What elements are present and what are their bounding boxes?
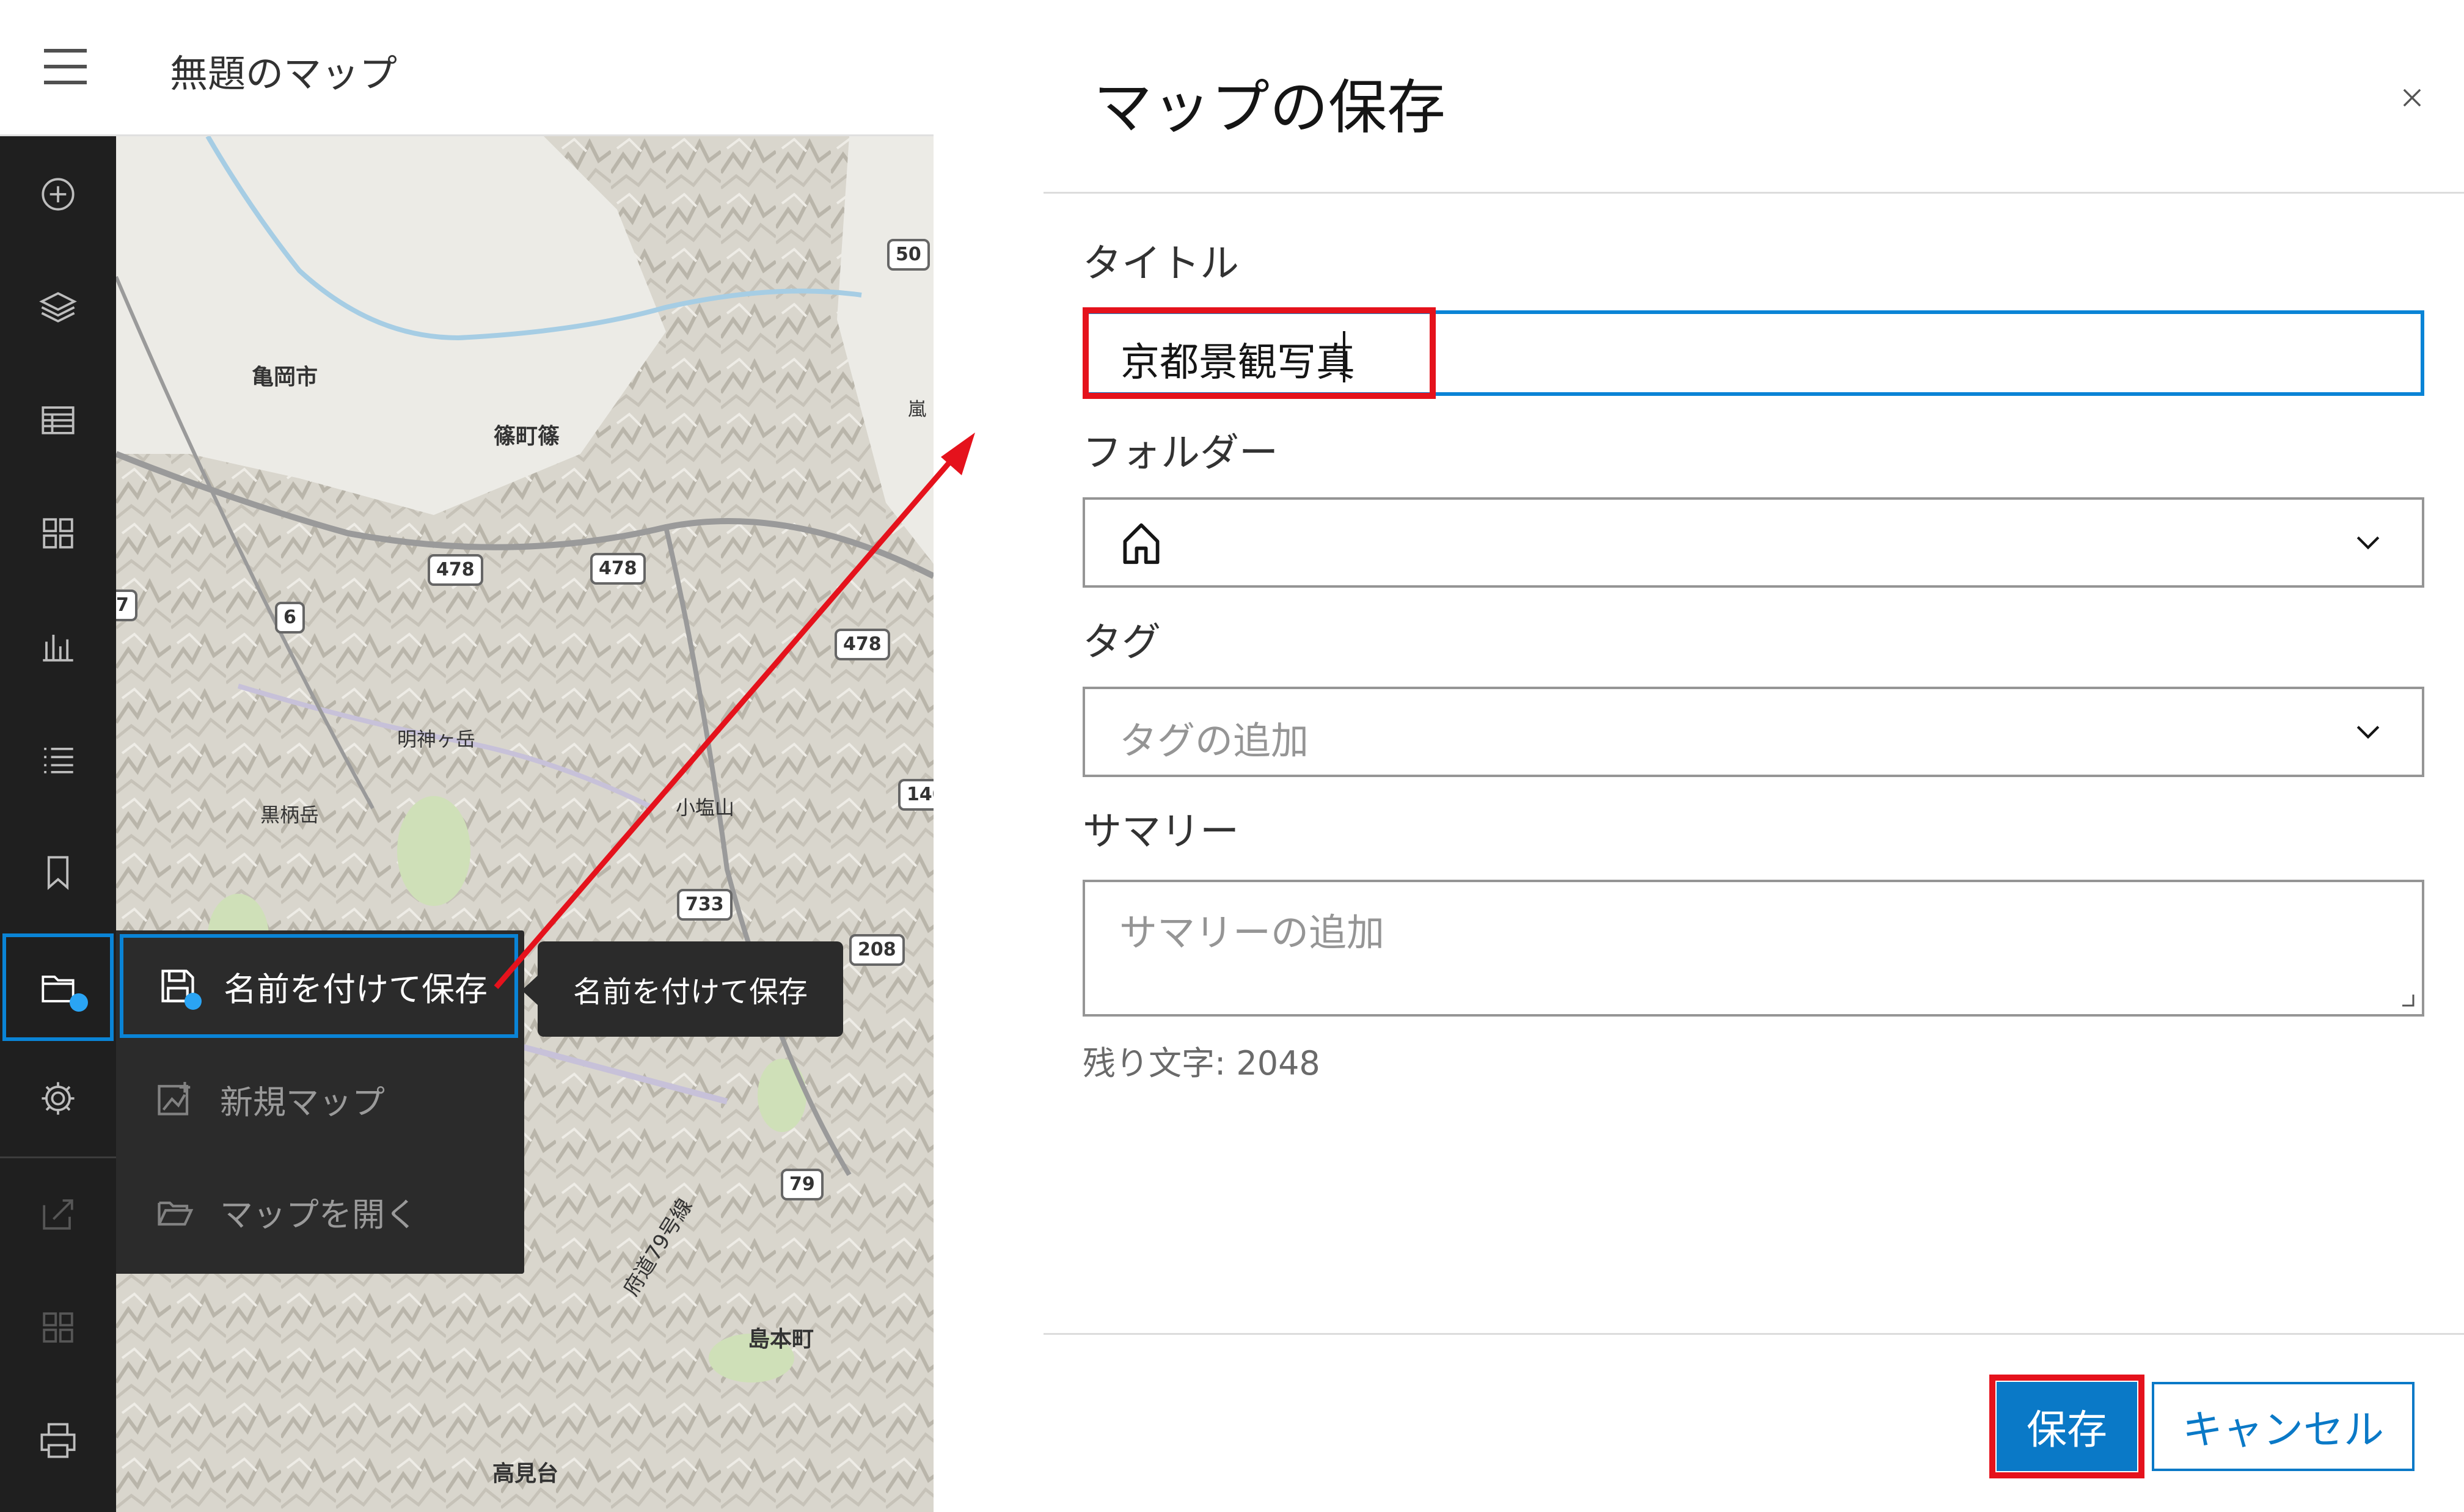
map-label: 小塩山	[676, 796, 735, 819]
road-shield: 208	[849, 934, 905, 966]
map-label: 高見台	[492, 1461, 559, 1486]
map-label: 島本町	[748, 1327, 814, 1352]
settings-button[interactable]	[0, 1046, 116, 1150]
road-shield: 478	[835, 629, 890, 660]
layers-icon	[39, 292, 77, 323]
bookmarks-button[interactable]	[0, 820, 116, 924]
app-header: 無題のマップ	[0, 0, 934, 136]
add-button[interactable]	[0, 142, 116, 246]
active-indicator-dot	[70, 993, 88, 1012]
summary-textarea[interactable]: サマリーの追加	[1083, 880, 2424, 1017]
road-shield: 7	[116, 590, 137, 621]
save-map-dialog: マップの保存 タイトル 京都景観写真 フォルダー タグ タグの追加 サマリー サ…	[1044, 0, 2464, 1512]
remaining-characters: 残り文字: 2048	[1083, 1044, 1320, 1083]
apps-button[interactable]	[0, 1276, 116, 1379]
layers-button[interactable]	[0, 255, 116, 359]
menu-item-open-map[interactable]: マップを開く	[116, 1156, 524, 1266]
tooltip: 名前を付けて保存	[522, 941, 843, 1037]
summary-placeholder: サマリーの追加	[1119, 910, 1385, 955]
map-label: 黒柄岳	[260, 803, 320, 827]
charts-button[interactable]	[0, 594, 116, 698]
legend-list-icon	[44, 748, 73, 773]
map-label: 嵐	[908, 399, 926, 420]
folder-label: フォルダー	[1083, 431, 1278, 476]
basemap-gallery-icon	[43, 518, 73, 549]
toolbar-divider	[0, 1156, 116, 1158]
print-button[interactable]	[0, 1389, 116, 1492]
summary-label: サマリー	[1083, 809, 1239, 855]
road-shield: 50	[887, 239, 930, 271]
table-icon	[42, 406, 75, 434]
active-indicator-dot	[185, 993, 202, 1010]
annotation-highlight-save	[1989, 1375, 2144, 1478]
home-icon	[1123, 523, 1160, 564]
printer-icon	[40, 1423, 76, 1458]
dialog-title: マップの保存	[1094, 73, 1446, 142]
open-folder-icon	[153, 1190, 196, 1233]
menu-item-label: 新規マップ	[220, 1083, 385, 1122]
cancel-button[interactable]: キャンセル	[2152, 1382, 2415, 1471]
file-menu: 名前を付けて保存 新規マップ マップを開く	[116, 930, 524, 1274]
basemap-button[interactable]	[0, 481, 116, 585]
share-button[interactable]	[0, 1163, 116, 1266]
road-shield: 6	[275, 602, 305, 634]
menu-item-new-map[interactable]: 新規マップ	[116, 1044, 524, 1154]
dialog-footer-divider	[1044, 1333, 2464, 1335]
plus-circle-icon	[42, 178, 75, 211]
road-shield: 79	[781, 1169, 824, 1200]
new-map-icon	[153, 1078, 196, 1120]
annotation-highlight-title	[1083, 307, 1436, 399]
close-button[interactable]	[2388, 73, 2437, 122]
menu-item-label: 名前を付けて保存	[224, 970, 488, 1009]
file-button[interactable]	[2, 933, 114, 1041]
hamburger-menu-icon[interactable]	[39, 45, 92, 88]
tags-placeholder: タグの追加	[1119, 718, 1309, 763]
side-toolbar	[0, 136, 116, 1512]
map-label: 篠町篠	[494, 424, 560, 449]
bookmark-icon	[47, 856, 69, 890]
folder-select[interactable]	[1083, 497, 2424, 588]
gear-icon	[42, 1082, 75, 1115]
map-title[interactable]: 無題のマップ	[170, 43, 397, 98]
legend-button[interactable]	[0, 707, 116, 811]
terrain-basemap	[116, 136, 934, 1512]
map-label: 亀岡市	[252, 365, 318, 390]
menu-item-save-as[interactable]: 名前を付けて保存	[120, 934, 518, 1038]
road-shield: 478	[428, 554, 483, 586]
chart-icon	[43, 635, 73, 662]
apps-grid-icon	[43, 1312, 73, 1343]
map-canvas[interactable]: 亀岡市 篠町篠 明神ヶ岳 黒柄岳 小塩山 府道79号線 島本町 高見台 嵐 50…	[116, 136, 934, 1512]
map-label: 明神ヶ岳	[397, 728, 476, 751]
menu-item-label: マップを開く	[220, 1195, 418, 1234]
tags-label: タグ	[1083, 620, 1161, 665]
resize-handle-icon[interactable]	[2400, 992, 2416, 1008]
tags-select[interactable]: タグの追加	[1083, 687, 2424, 777]
title-label: タイトル	[1083, 241, 1239, 287]
map-viewer: 無題のマップ 亀岡市 篠町篠 明神ヶ岳 黒柄岳 小塩山 府道79号線 島本町 高…	[0, 0, 934, 1512]
close-icon	[2403, 89, 2421, 107]
road-shield: 140	[898, 779, 934, 811]
chevron-down-icon	[2356, 726, 2380, 739]
chevron-down-icon	[2356, 536, 2380, 550]
save-icon	[156, 965, 202, 1010]
road-shield: 733	[677, 889, 733, 921]
road-shield: 478	[590, 553, 646, 585]
dialog-header-divider	[1044, 192, 2464, 194]
share-icon	[43, 1199, 73, 1230]
tables-button[interactable]	[0, 368, 116, 472]
